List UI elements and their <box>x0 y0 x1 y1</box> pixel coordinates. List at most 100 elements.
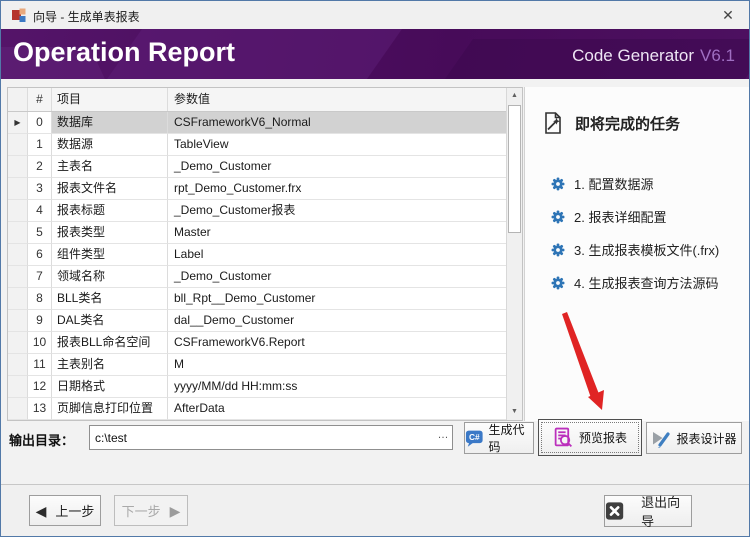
task-item: 2. 报表详细配置 <box>551 200 719 233</box>
row-index: 12 <box>28 376 52 398</box>
output-directory-input[interactable] <box>90 426 452 449</box>
row-index: 2 <box>28 156 52 178</box>
table-row[interactable]: 13 页脚信息打印位置 AfterData <box>8 398 506 420</box>
row-indicator-icon <box>8 222 28 244</box>
svg-text:C#: C# <box>469 432 480 442</box>
scroll-down-icon[interactable]: ▼ <box>507 404 522 420</box>
next-arrow-icon: ▶ <box>169 502 181 519</box>
brand-version: V6.1 <box>700 46 735 65</box>
generate-code-label: 生成代码 <box>488 423 525 454</box>
row-item-value: CSFrameworkV6_Normal <box>168 112 506 134</box>
table-row[interactable]: 12 日期格式 yyyy/MM/dd HH:mm:ss <box>8 376 506 398</box>
row-indicator-icon <box>8 288 28 310</box>
row-item-name: 领域名称 <box>52 266 168 288</box>
red-annotation-arrow <box>562 312 604 410</box>
gear-icon <box>551 177 565 190</box>
table-row[interactable]: 4 报表标题 _Demo_Customer报表 <box>8 200 506 222</box>
generate-code-button[interactable]: C# 生成代码 <box>464 422 534 454</box>
row-item-value: bll_Rpt__Demo_Customer <box>168 288 506 310</box>
property-grid: # 项目 参数值 ▶ 0 数据库 CSFrameworkV6_Normal 1 数据源 Ta… <box>7 87 523 421</box>
report-designer-button[interactable]: 报表设计器 <box>646 422 742 454</box>
next-step-button: 下一步 ▶ <box>114 495 188 526</box>
table-row[interactable]: 1 数据源 TableView <box>8 134 506 156</box>
row-item-value: CSFrameworkV6.Report <box>168 332 506 354</box>
exit-wizard-button[interactable]: 退出向导 <box>604 495 692 529</box>
col-header-item: 项目 <box>52 88 168 111</box>
report-designer-icon <box>653 432 671 448</box>
row-item-name: 报表文件名 <box>52 178 168 200</box>
table-row[interactable]: 10 报表BLL命名空间 CSFrameworkV6.Report <box>8 332 506 354</box>
task-item: 4. 生成报表查询方法源码 <box>551 266 719 299</box>
row-item-name: 主表名 <box>52 156 168 178</box>
row-index: 0 <box>28 112 52 134</box>
table-row[interactable]: ▶ 0 数据库 CSFrameworkV6_Normal <box>8 112 506 134</box>
task-panel-heading: 即将完成的任务 <box>541 111 680 135</box>
row-item-name: 报表BLL命名空间 <box>52 332 168 354</box>
task-item-label: 1. 配置数据源 <box>574 177 654 192</box>
table-row[interactable]: 7 领域名称 _Demo_Customer <box>8 266 506 288</box>
col-header-value: 参数值 <box>174 92 211 106</box>
exit-x-icon <box>605 502 624 520</box>
row-item-value: Master <box>168 222 506 244</box>
preview-report-button[interactable]: 预览报表 <box>538 419 642 456</box>
row-item-name: 页脚信息打印位置 <box>52 398 168 420</box>
app-logo-icon <box>12 8 26 22</box>
row-indicator-icon <box>8 178 28 200</box>
row-item-value: rpt_Demo_Customer.frx <box>168 178 506 200</box>
preview-report-label: 预览报表 <box>578 431 627 445</box>
output-directory-label: 输出目录： <box>9 433 75 448</box>
table-row[interactable]: 5 报表类型 Master <box>8 222 506 244</box>
output-directory-box: … <box>89 425 453 450</box>
table-row[interactable]: 6 组件类型 Label <box>8 244 506 266</box>
exit-wizard-label: 退出向导 <box>641 495 681 529</box>
table-header: # 项目 参数值 <box>8 88 506 112</box>
row-indicator-icon <box>8 310 28 332</box>
task-panel: 即将完成的任务 1. 配置数据源 2. 报表详细配置 3. 生成报表模板文件(.fr… <box>524 87 749 421</box>
row-index: 3 <box>28 178 52 200</box>
close-icon[interactable]: ✕ <box>717 5 739 25</box>
wizard-dialog: 向导 - 生成单表报表 ✕ Operation Report Code Gene… <box>0 0 750 537</box>
page-title: Operation Report <box>13 37 236 67</box>
row-indicator-icon <box>8 244 28 266</box>
bottom-bar: ◀ 上一步 下一步 ▶ 退出向导 <box>1 484 749 536</box>
table-row[interactable]: 2 主表名 _Demo_Customer <box>8 156 506 178</box>
row-indicator-icon <box>8 398 28 420</box>
row-index: 6 <box>28 244 52 266</box>
row-item-name: BLL类名 <box>52 288 168 310</box>
table-row[interactable]: 3 报表文件名 rpt_Demo_Customer.frx <box>8 178 506 200</box>
table-row[interactable]: 9 DAL类名 dal__Demo_Customer <box>8 310 506 332</box>
csharp-icon: C# <box>465 430 483 447</box>
gear-icon <box>551 243 565 256</box>
row-index: 7 <box>28 266 52 288</box>
row-indicator-icon: ▶ <box>8 112 28 134</box>
window-title: 向导 - 生成单表报表 <box>33 10 140 24</box>
browse-icon[interactable]: … <box>435 427 451 448</box>
row-index: 9 <box>28 310 52 332</box>
row-item-value: Label <box>168 244 506 266</box>
col-header-index: # <box>28 88 52 111</box>
scrollbar-thumb[interactable] <box>508 105 521 233</box>
row-index: 5 <box>28 222 52 244</box>
row-index: 4 <box>28 200 52 222</box>
table-row[interactable]: 8 BLL类名 bll_Rpt__Demo_Customer <box>8 288 506 310</box>
scroll-up-icon[interactable]: ▲ <box>507 88 522 104</box>
row-item-value: yyyy/MM/dd HH:mm:ss <box>168 376 506 398</box>
table-body: ▶ 0 数据库 CSFrameworkV6_Normal 1 数据源 TableView 2 主… <box>8 112 506 420</box>
row-indicator-icon <box>8 134 28 156</box>
brand-name: Code Generator <box>572 46 695 65</box>
previous-step-button[interactable]: ◀ 上一步 <box>29 495 101 526</box>
row-item-name: 数据库 <box>52 112 168 134</box>
row-index: 13 <box>28 398 52 420</box>
row-index: 10 <box>28 332 52 354</box>
row-indicator-icon <box>8 200 28 222</box>
table-row[interactable]: 11 主表别名 M <box>8 354 506 376</box>
task-item-label: 3. 生成报表模板文件(.frx) <box>574 243 720 258</box>
row-index: 11 <box>28 354 52 376</box>
vertical-scrollbar[interactable]: ▲ ▼ <box>506 88 522 420</box>
task-item: 3. 生成报表模板文件(.frx) <box>551 233 719 266</box>
title-bar: 向导 - 生成单表报表 ✕ <box>1 1 749 29</box>
row-indicator-icon <box>8 354 28 376</box>
row-item-value: TableView <box>168 134 506 156</box>
row-item-name: DAL类名 <box>52 310 168 332</box>
task-item-label: 4. 生成报表查询方法源码 <box>574 276 719 291</box>
